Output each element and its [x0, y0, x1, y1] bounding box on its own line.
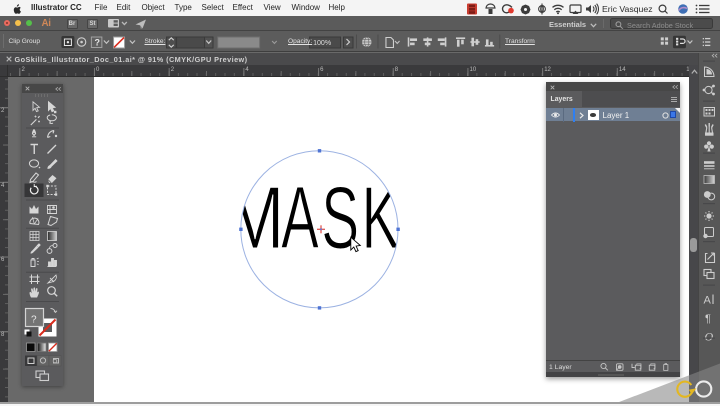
svg-text:100%: 100% [313, 39, 332, 47]
svg-text:?: ? [94, 38, 99, 48]
svg-text:Eric Vasquez: Eric Vasquez [602, 4, 653, 14]
svg-text:?: ? [31, 314, 37, 325]
svg-text:¶: ¶ [705, 313, 711, 325]
svg-text:O: O [705, 329, 714, 343]
svg-text:ASK: ASK [281, 168, 402, 267]
svg-text:M: M [226, 168, 285, 266]
svg-text:A: A [704, 294, 712, 306]
